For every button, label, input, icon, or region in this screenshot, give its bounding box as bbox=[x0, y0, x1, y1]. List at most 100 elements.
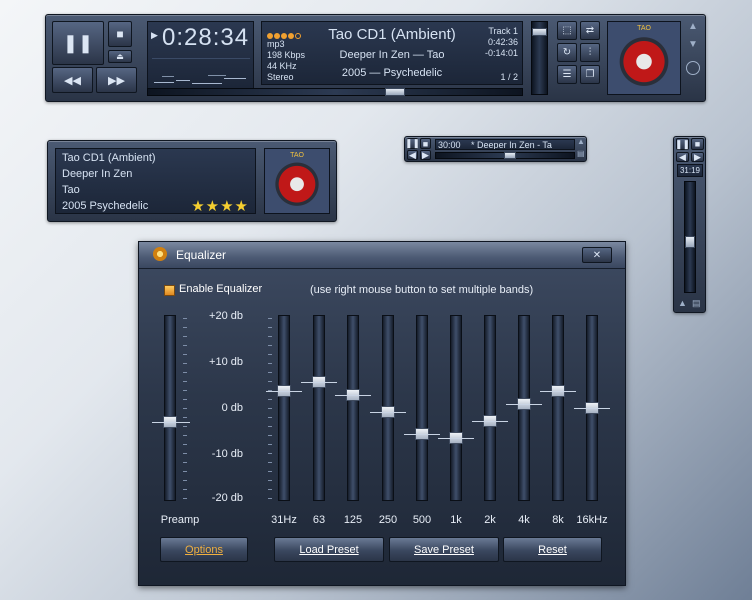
band-scale-mark bbox=[268, 480, 272, 481]
pause-button[interactable]: ❚❚ bbox=[52, 21, 104, 65]
scroll-up-icon[interactable]: ▲ bbox=[688, 21, 698, 32]
samplerate-label: 44 KHz bbox=[267, 61, 297, 71]
vert-prev-button[interactable]: ◀ bbox=[676, 152, 689, 162]
eq-band-label: 125 bbox=[343, 514, 363, 526]
band-scale-mark bbox=[268, 327, 272, 328]
equalizer-title: Equalizer bbox=[176, 248, 227, 262]
preamp-scale-mark bbox=[183, 480, 187, 481]
load-preset-button[interactable]: Load Preset bbox=[274, 537, 384, 562]
eq-band-level-tick bbox=[472, 421, 508, 423]
play-indicator-icon: ▶ bbox=[151, 30, 158, 40]
preamp-scale-mark bbox=[183, 498, 187, 499]
vert-seek-bar[interactable] bbox=[684, 181, 696, 293]
db-label-zero: 0 db bbox=[221, 402, 243, 414]
eq-band-slider-125[interactable] bbox=[347, 315, 359, 501]
preamp-scale-mark bbox=[183, 453, 187, 454]
reset-button[interactable]: Reset bbox=[503, 537, 602, 562]
track-info-display[interactable]: mp3 198 Kbps 44 KHz Stereo Tao CD1 (Ambi… bbox=[261, 21, 523, 85]
preamp-scale-mark bbox=[183, 318, 187, 319]
eq-band-label: 31Hz bbox=[271, 514, 297, 526]
eq-band-slider-500[interactable] bbox=[416, 315, 428, 501]
mini-pause-button[interactable]: ❚❚ bbox=[405, 138, 420, 149]
mini-stop-button[interactable]: ■ bbox=[420, 138, 431, 149]
eq-band-level-tick bbox=[506, 403, 542, 405]
mini-time: 30:00 bbox=[438, 140, 461, 150]
stop-button[interactable]: ■ bbox=[108, 21, 132, 47]
elapsed-time: 0:28:34 bbox=[162, 24, 250, 51]
band-scale-mark bbox=[268, 435, 272, 436]
repeat-button[interactable]: ↻ bbox=[557, 43, 577, 62]
vert-pause-button[interactable]: ❚❚ bbox=[675, 138, 690, 150]
eq-band-label: 16kHz bbox=[576, 514, 608, 526]
next-button[interactable]: ▶▶ bbox=[96, 67, 137, 93]
album-art: TAO bbox=[607, 21, 681, 95]
eq-band-slider-8k[interactable] bbox=[552, 315, 564, 501]
enable-equalizer-label[interactable]: Enable Equalizer bbox=[179, 283, 262, 295]
seek-bar[interactable] bbox=[147, 88, 523, 96]
eq-band-level-tick bbox=[301, 381, 337, 383]
preamp-scale-mark bbox=[183, 336, 187, 337]
mini-prev-button[interactable]: ◀ bbox=[407, 150, 418, 160]
mini-seek-thumb[interactable] bbox=[504, 152, 516, 159]
eq-band-slider-63[interactable] bbox=[313, 315, 325, 501]
save-preset-button[interactable]: Save Preset bbox=[389, 537, 499, 562]
eq-band-slider-1k[interactable] bbox=[450, 315, 462, 501]
band-scale-mark bbox=[268, 417, 272, 418]
close-button[interactable]: ✕ bbox=[582, 247, 612, 263]
info-album-art-caption: TAO bbox=[290, 152, 304, 159]
playlist-page: 1 / 2 bbox=[500, 72, 518, 82]
mini-display[interactable]: 30:00 * Deeper In Zen - Ta bbox=[435, 139, 575, 150]
bitrate-label: 198 Kbps bbox=[267, 50, 306, 60]
power-icon[interactable] bbox=[686, 61, 700, 75]
preamp-scale-mark bbox=[183, 408, 187, 409]
eject-button[interactable]: ⏏ bbox=[108, 50, 132, 63]
volume-thumb[interactable] bbox=[532, 28, 547, 36]
band-scale-mark bbox=[268, 444, 272, 445]
eq-band-slider-2k[interactable] bbox=[484, 315, 496, 501]
equalizer-hint: (use right mouse button to set multiple … bbox=[310, 284, 534, 296]
mini-title: * Deeper In Zen - Ta bbox=[471, 140, 552, 150]
vert-menu-icon[interactable]: ▤ bbox=[692, 298, 701, 309]
vert-stop-button[interactable]: ■ bbox=[691, 138, 704, 150]
eq-band-slider-31hz[interactable] bbox=[278, 315, 290, 501]
preamp-scale-mark bbox=[183, 444, 187, 445]
volume-slider[interactable] bbox=[531, 21, 548, 95]
preamp-scale-mark bbox=[183, 354, 187, 355]
preamp-slider[interactable] bbox=[164, 315, 176, 501]
eq-band-level-tick bbox=[540, 390, 576, 392]
info-text-area: Tao CD1 (Ambient) Deeper In Zen Tao 2005… bbox=[55, 148, 256, 215]
info-track: Deeper In Zen bbox=[62, 168, 133, 180]
db-label-plus10: +10 db bbox=[209, 356, 243, 368]
time-display[interactable]: ▶ 0:28:34 bbox=[147, 21, 254, 89]
vert-next-button[interactable]: ▶ bbox=[691, 152, 704, 162]
library-button[interactable]: ❐ bbox=[580, 65, 600, 84]
vert-seek-thumb[interactable] bbox=[685, 236, 695, 248]
preamp-scale-mark bbox=[183, 390, 187, 391]
vert-up-icon[interactable]: ▲ bbox=[678, 298, 687, 308]
mini-next-button[interactable]: ▶ bbox=[420, 150, 431, 160]
scroll-down-icon[interactable]: ▼ bbox=[688, 39, 698, 50]
enable-equalizer-checkbox[interactable] bbox=[164, 285, 175, 296]
info-album-art: TAO bbox=[264, 148, 330, 214]
mini-menu-icon[interactable]: ▤ bbox=[577, 149, 585, 158]
equalizer-titlebar[interactable]: Equalizer ✕ bbox=[139, 242, 625, 269]
previous-button[interactable]: ◀◀ bbox=[52, 67, 93, 93]
channels-label: Stereo bbox=[267, 72, 294, 82]
mini-seek-bar[interactable] bbox=[435, 152, 575, 159]
equalizer-toggle-button[interactable]: ⫶ bbox=[580, 43, 600, 62]
band-scale-mark bbox=[268, 345, 272, 346]
band-scale-mark bbox=[268, 318, 272, 319]
shuffle-button[interactable]: ⇄ bbox=[580, 21, 600, 40]
band-scale-mark bbox=[268, 381, 272, 382]
preamp-scale-mark bbox=[183, 471, 187, 472]
preamp-label: Preamp bbox=[160, 514, 200, 526]
options-button[interactable]: Options bbox=[160, 537, 248, 562]
mini-up-icon[interactable]: ▲ bbox=[577, 137, 585, 146]
preamp-scale-mark bbox=[183, 435, 187, 436]
playlist-button[interactable]: ☰ bbox=[557, 65, 577, 84]
seek-thumb[interactable] bbox=[385, 88, 405, 96]
spectrum-visualizer bbox=[152, 58, 250, 87]
rating-stars[interactable]: ★★★★ bbox=[191, 197, 249, 215]
format-label: mp3 bbox=[267, 39, 285, 49]
open-file-button[interactable]: ⬚ bbox=[557, 21, 577, 40]
